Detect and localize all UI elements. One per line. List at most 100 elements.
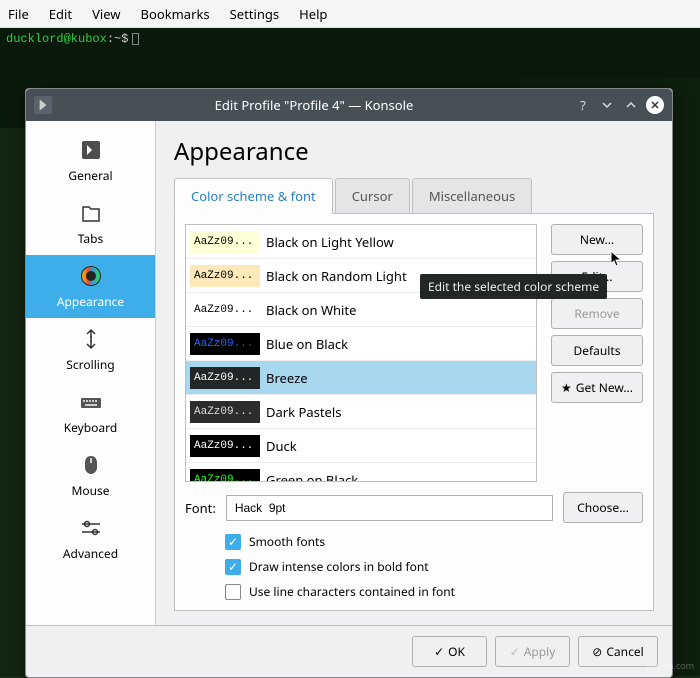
scheme-swatch: AaZz09... (190, 401, 260, 423)
checkbox-icon (225, 584, 241, 600)
checkbox-label: Smooth fonts (249, 533, 325, 550)
sidebar-item-advanced[interactable]: Advanced (26, 507, 155, 570)
scheme-item[interactable]: AaZz09... Green on Black (186, 463, 536, 482)
main-panel: Appearance Color scheme & font Cursor Mi… (156, 121, 672, 625)
page-title: Appearance (174, 135, 654, 168)
scheme-name: Blue on Black (266, 335, 348, 353)
sidebar-label: General (68, 167, 112, 184)
scheme-swatch: AaZz09... (190, 333, 260, 355)
app-menubar: File Edit View Bookmarks Settings Help (0, 0, 700, 28)
ok-button[interactable]: ✓OK (412, 636, 487, 667)
scheme-item[interactable]: AaZz09... Dark Pastels (186, 395, 536, 429)
mouse-icon (78, 452, 104, 478)
font-label: Font: (185, 499, 216, 517)
sidebar-item-general[interactable]: General (26, 129, 155, 192)
scheme-name: Breeze (266, 369, 308, 387)
checkbox-icon: ✓ (225, 559, 241, 575)
scheme-name: Duck (266, 437, 297, 455)
scheme-name: Green on Black (266, 471, 358, 483)
scheme-swatch: AaZz09... (190, 367, 260, 389)
apply-button[interactable]: ✓Apply (495, 636, 570, 667)
checkbox-row[interactable]: Use line characters contained in font (225, 583, 643, 600)
cancel-icon: ⊘ (592, 643, 602, 660)
terminal-background: ducklord@kubox:~$ Edit Profile "Profile … (0, 28, 700, 676)
tab-cursor[interactable]: Cursor (335, 178, 410, 213)
defaults-button[interactable]: Defaults (551, 335, 643, 366)
scheme-item[interactable]: AaZz09... Duck (186, 429, 536, 463)
minimize-icon[interactable] (598, 96, 616, 114)
color-scheme-list[interactable]: AaZz09... Black on Light Yellow AaZz09... B… (185, 224, 537, 482)
scheme-swatch: AaZz09... (190, 435, 260, 457)
check-icon: ✓ (510, 643, 520, 660)
checkbox-icon: ✓ (225, 534, 241, 550)
sidebar-label: Appearance (57, 293, 124, 310)
scheme-name: Dark Pastels (266, 403, 341, 421)
menu-edit[interactable]: Edit (49, 5, 72, 23)
sidebar-item-appearance[interactable]: Appearance (26, 255, 155, 318)
sidebar-label: Mouse (71, 482, 109, 499)
keyboard-icon (78, 389, 104, 415)
scheme-item[interactable]: AaZz09... Black on Light Yellow (186, 225, 536, 259)
checkbox-label: Use line characters contained in font (249, 583, 455, 600)
scheme-item[interactable]: AaZz09... Breeze (186, 361, 536, 395)
menu-bookmarks[interactable]: Bookmarks (141, 5, 210, 23)
font-field[interactable] (226, 495, 553, 521)
menu-settings[interactable]: Settings (230, 5, 279, 23)
dialog-titlebar[interactable]: Edit Profile "Profile 4" — Konsole ? (26, 89, 672, 121)
sidebar-item-scrolling[interactable]: Scrolling (26, 318, 155, 381)
prompt-path: :~$ (107, 32, 129, 46)
prompt-user: ducklord@kubox (6, 32, 107, 46)
sidebar-item-keyboard[interactable]: Keyboard (26, 381, 155, 444)
maximize-icon[interactable] (622, 96, 640, 114)
font-options: ✓ Smooth fonts ✓ Draw intense colors in bol… (185, 533, 643, 600)
choose-font-button[interactable]: Choose... (563, 492, 643, 523)
dialog-footer: ✓OK ✓Apply ⊘Cancel (26, 625, 672, 677)
dialog-title: Edit Profile "Profile 4" — Konsole (60, 96, 568, 114)
general-icon (78, 137, 104, 163)
menu-view[interactable]: View (92, 5, 120, 23)
terminal-prompt[interactable]: ducklord@kubox:~$ (0, 28, 700, 50)
sidebar-label: Tabs (78, 230, 104, 247)
scheme-name: Black on Random Light (266, 267, 407, 285)
terminal-cursor-icon (132, 33, 139, 45)
get-new-button[interactable]: ★Get New... (551, 372, 643, 403)
sidebar-label: Keyboard (64, 419, 118, 436)
remove-scheme-button[interactable]: Remove (551, 298, 643, 329)
sidebar-label: Advanced (63, 545, 118, 562)
check-icon: ✓ (434, 643, 444, 660)
new-scheme-button[interactable]: New... (551, 224, 643, 255)
edit-profile-dialog: Edit Profile "Profile 4" — Konsole ? Gen… (25, 88, 673, 678)
scheme-swatch: AaZz09... (190, 265, 260, 287)
menu-file[interactable]: File (8, 5, 29, 23)
scheme-swatch: AaZz09... (190, 469, 260, 483)
window-menu-icon[interactable] (34, 96, 52, 114)
appearance-icon (78, 263, 104, 289)
scheme-name: Black on Light Yellow (266, 233, 394, 251)
watermark: wsxdn.com (646, 659, 694, 672)
scheme-name: Black on White (266, 301, 356, 319)
mouse-cursor-icon (610, 250, 624, 273)
scheme-swatch: AaZz09... (190, 299, 260, 321)
help-icon[interactable]: ? (574, 96, 592, 114)
menu-help[interactable]: Help (299, 5, 327, 23)
sidebar-item-tabs[interactable]: Tabs (26, 192, 155, 255)
scheme-swatch: AaZz09... (190, 231, 260, 253)
tab-miscellaneous[interactable]: Miscellaneous (412, 178, 532, 213)
settings-sidebar: General Tabs Appearance Scrolling Keyboa… (26, 121, 156, 625)
tabs-icon (78, 200, 104, 226)
advanced-icon (78, 515, 104, 541)
appearance-tabs: Color scheme & font Cursor Miscellaneous (174, 178, 654, 214)
star-icon: ★ (561, 379, 572, 396)
scheme-item[interactable]: AaZz09... Blue on Black (186, 327, 536, 361)
checkbox-row[interactable]: ✓ Draw intense colors in bold font (225, 558, 643, 575)
sidebar-label: Scrolling (66, 356, 114, 373)
close-icon[interactable] (646, 96, 664, 114)
scrolling-icon (78, 326, 104, 352)
checkbox-row[interactable]: ✓ Smooth fonts (225, 533, 643, 550)
sidebar-item-mouse[interactable]: Mouse (26, 444, 155, 507)
checkbox-label: Draw intense colors in bold font (249, 558, 429, 575)
font-row: Font: Choose... (185, 492, 643, 523)
edit-tooltip: Edit the selected color scheme (420, 274, 607, 299)
scheme-buttons: New... Edit... Remove Defaults ★Get New.… (551, 224, 643, 482)
tab-color-scheme-font[interactable]: Color scheme & font (174, 178, 333, 214)
